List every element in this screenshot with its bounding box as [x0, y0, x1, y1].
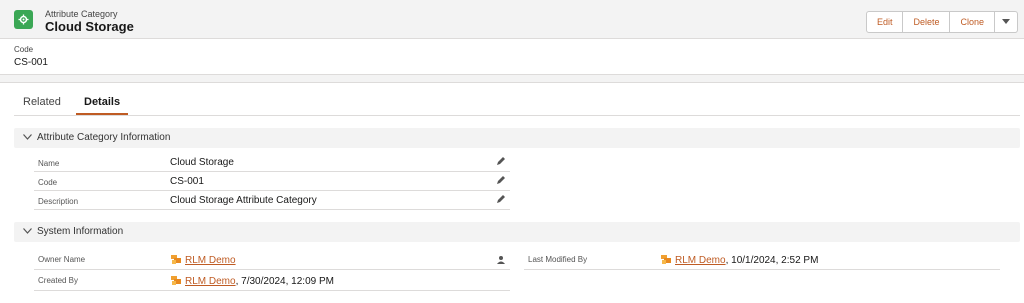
- field-label-owner: Owner Name: [38, 255, 86, 264]
- field-divider: [524, 269, 1000, 270]
- record-tabs: Related Details: [14, 96, 1020, 116]
- clone-button[interactable]: Clone: [949, 11, 995, 33]
- field-divider: [34, 209, 510, 210]
- change-owner-icon[interactable]: [496, 255, 506, 265]
- created-by-link[interactable]: RLM Demo: [185, 276, 236, 287]
- field-label-name: Name: [38, 159, 60, 168]
- pencil-icon[interactable]: [496, 156, 506, 166]
- tab-details[interactable]: Details: [84, 96, 120, 108]
- tab-related[interactable]: Related: [23, 96, 61, 108]
- user-icon: [171, 255, 181, 264]
- field-label-description: Description: [38, 197, 79, 206]
- edit-button[interactable]: Edit: [865, 11, 904, 33]
- field-value-name: Cloud Storage: [170, 157, 234, 168]
- section-title: System Information: [37, 226, 124, 237]
- field-divider: [34, 171, 510, 172]
- user-icon: [171, 276, 181, 285]
- field-value-owner: RLM Demo: [170, 253, 236, 266]
- record-header: Attribute Category Cloud Storage Edit De…: [0, 0, 1024, 75]
- attribute-category-icon: [14, 10, 33, 29]
- field-value-code: CS-001: [170, 176, 204, 187]
- field-value-created-by: RLM Demo, 7/30/2024, 12:09 PM: [170, 274, 334, 287]
- section-system-information[interactable]: System Information: [14, 222, 1020, 242]
- chevron-down-icon: [23, 132, 32, 143]
- field-label-last-modified-by: Last Modified By: [528, 255, 588, 264]
- highlight-code-label: Code: [14, 45, 34, 54]
- section-attribute-category-information[interactable]: Attribute Category Information: [14, 128, 1020, 148]
- active-tab-indicator: [76, 113, 128, 115]
- chevron-down-icon: [23, 226, 32, 237]
- user-icon: [661, 255, 671, 264]
- delete-button[interactable]: Delete: [902, 11, 951, 33]
- owner-link[interactable]: RLM Demo: [185, 255, 236, 266]
- field-label-code: Code: [38, 178, 58, 187]
- pencil-icon[interactable]: [496, 175, 506, 185]
- field-divider: [34, 269, 510, 270]
- highlight-code-value: CS-001: [14, 57, 48, 68]
- field-value-description: Cloud Storage Attribute Category: [170, 195, 317, 206]
- field-divider: [34, 190, 510, 191]
- header-top-bar: Attribute Category Cloud Storage Edit De…: [0, 0, 1024, 39]
- more-actions-button[interactable]: [994, 11, 1018, 33]
- record-title: Cloud Storage: [45, 19, 134, 34]
- pencil-icon[interactable]: [496, 194, 506, 204]
- created-date: , 7/30/2024, 12:09 PM: [235, 276, 334, 287]
- object-type-label: Attribute Category: [45, 9, 118, 19]
- section-title: Attribute Category Information: [37, 132, 171, 143]
- field-value-last-modified-by: RLM Demo, 10/1/2024, 2:52 PM: [660, 253, 818, 266]
- chevron-down-icon: [1002, 19, 1010, 24]
- last-modified-by-link[interactable]: RLM Demo: [675, 255, 726, 266]
- action-button-group: Edit Delete Clone: [865, 11, 1018, 33]
- field-divider: [34, 290, 510, 291]
- last-modified-date: , 10/1/2024, 2:52 PM: [725, 255, 819, 266]
- field-label-created-by: Created By: [38, 276, 79, 285]
